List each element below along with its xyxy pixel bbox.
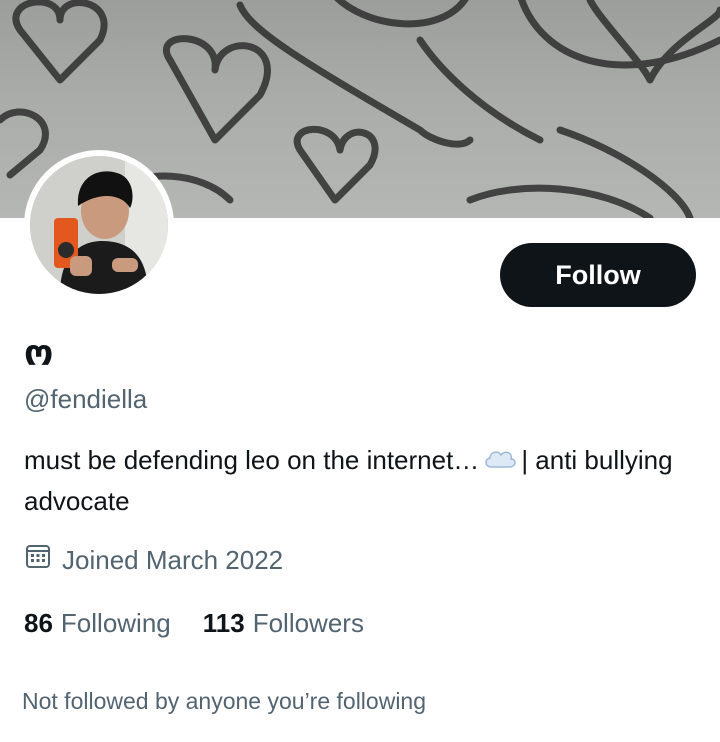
followers-count: 113 (202, 608, 245, 638)
follow-stats: 86 Following 113 Followers (24, 606, 364, 640)
avatar-photo (30, 156, 168, 294)
mutual-followers-note: Not followed by anyone you’re following (22, 688, 427, 714)
profile-bio: must be defending leo on the internet… | … (24, 441, 694, 521)
joined-date: Joined March 2022 (24, 542, 283, 578)
bio-text-start: must be defending leo on the internet… (24, 445, 480, 475)
follow-button[interactable]: Follow (500, 243, 696, 307)
following-count: 86 (24, 608, 53, 638)
followers-label: Followers (252, 608, 364, 638)
calendar-icon (24, 542, 62, 578)
following-label: Following (60, 608, 171, 638)
display-name: ო (24, 333, 54, 374)
followers-link[interactable]: 113 Followers (203, 606, 364, 640)
following-link[interactable]: 86 Following (24, 606, 171, 640)
user-handle: @fendiella (24, 384, 148, 414)
cloud-emoji-icon (483, 443, 517, 482)
avatar-ring (24, 150, 174, 300)
joined-text: Joined March 2022 (62, 545, 284, 575)
avatar[interactable] (30, 156, 168, 294)
